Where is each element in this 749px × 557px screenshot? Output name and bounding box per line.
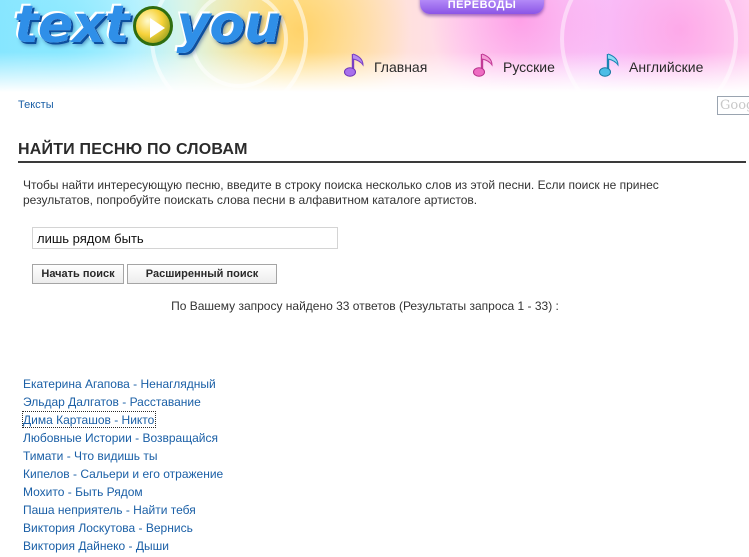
- translations-button[interactable]: ПЕРЕВОДЫ: [420, 0, 544, 14]
- list-item: Любовные Истории - Возвращайся: [23, 431, 224, 449]
- result-link[interactable]: Мохито - Быть Рядом: [23, 484, 144, 499]
- results-list: Екатерина Агапова - Ненаглядный Эльдар Д…: [21, 377, 224, 557]
- nav-label: Английские: [629, 59, 704, 75]
- result-link[interactable]: Паша неприятель - Найти тебя: [23, 502, 197, 517]
- start-search-button[interactable]: Начать поиск: [32, 264, 124, 284]
- page-title: НАЙТИ ПЕСНЮ ПО СЛОВАМ: [18, 141, 248, 158]
- list-item: Паша неприятель - Найти тебя: [23, 503, 224, 521]
- advanced-search-button[interactable]: Расширенный поиск: [127, 264, 277, 284]
- nav-item-english[interactable]: Английские: [599, 50, 703, 80]
- logo-text-word: text: [14, 0, 130, 55]
- search-instructions: Чтобы найти интересующую песню, введите …: [23, 178, 659, 207]
- search-input[interactable]: [32, 227, 338, 249]
- site-logo[interactable]: text you: [14, 0, 282, 58]
- result-count-text: По Вашему запросу найдено 33 ответов (Ре…: [171, 299, 559, 313]
- list-item: Дима Карташов - Никто: [21, 411, 224, 431]
- list-item: Екатерина Агапова - Ненаглядный: [23, 377, 224, 395]
- title-divider: [18, 161, 746, 163]
- result-link[interactable]: Виктория Дайнеко - Дыши: [23, 538, 170, 553]
- logo-you-word: you: [176, 0, 282, 55]
- breadcrumb-lyrics-link[interactable]: Тексты: [18, 99, 54, 111]
- list-item: Эльдар Далгатов - Расставание: [23, 395, 224, 413]
- list-item: Виктория Дайнеко - Дыши: [23, 539, 224, 557]
- result-link[interactable]: Любовные Истории - Возвращайся: [23, 430, 219, 445]
- play-icon: [132, 6, 173, 46]
- list-item: Тимати - Что видишь ты: [23, 449, 224, 467]
- result-link[interactable]: Екатерина Агапова - Ненаглядный: [23, 376, 217, 391]
- result-link[interactable]: Виктория Лоскутова - Вернись: [23, 520, 194, 535]
- result-link[interactable]: Кипелов - Сальери и его отражение: [23, 466, 224, 481]
- list-item: Мохито - Быть Рядом: [23, 485, 224, 503]
- nav-label: Главная: [374, 59, 428, 75]
- result-link[interactable]: Тимати - Что видишь ты: [23, 448, 159, 463]
- google-search-box[interactable]: Goog: [717, 96, 749, 115]
- nav-item-home[interactable]: Главная: [344, 50, 427, 80]
- nav-item-russian[interactable]: Русские: [473, 50, 555, 80]
- list-item: Кипелов - Сальери и его отражение: [23, 467, 224, 485]
- nav-label: Русские: [503, 59, 555, 75]
- result-link[interactable]: Эльдар Далгатов - Расставание: [23, 394, 202, 409]
- list-item: Виктория Лоскутова - Вернись: [23, 521, 224, 539]
- result-link-focused[interactable]: Дима Карташов - Никто: [21, 411, 157, 428]
